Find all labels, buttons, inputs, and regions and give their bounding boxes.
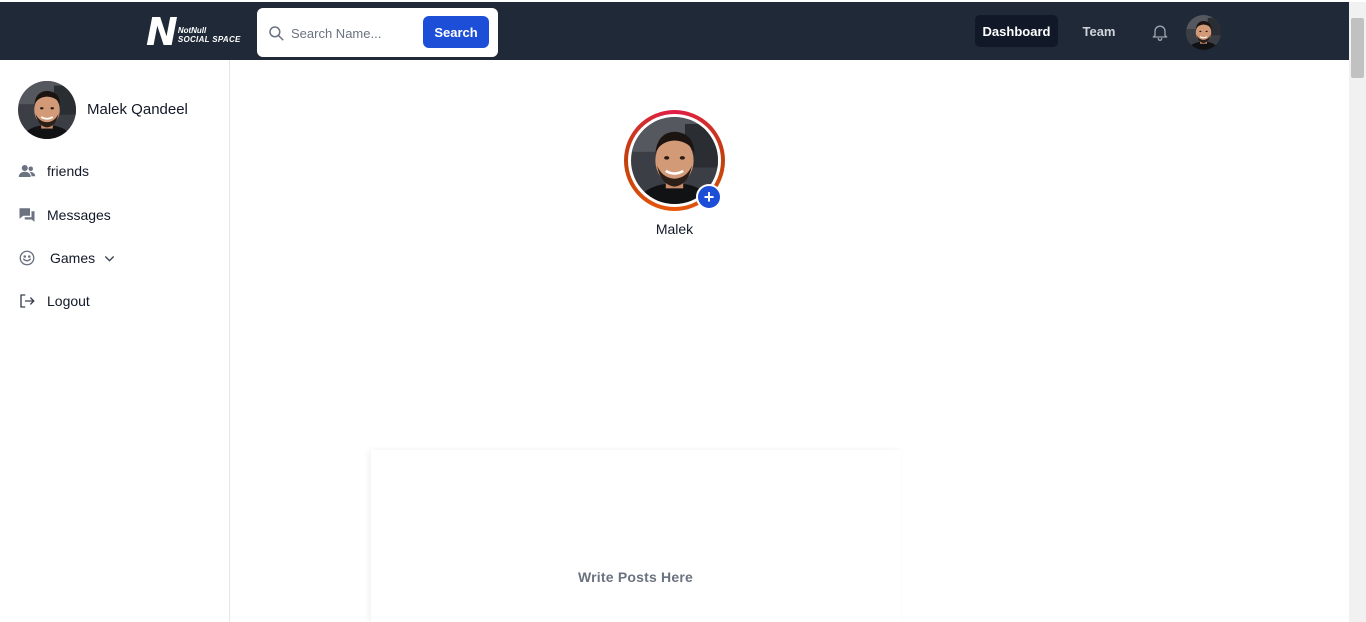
nav-team[interactable]: Team (1074, 15, 1124, 47)
profile-name[interactable]: Malek Qandeel (87, 101, 188, 118)
post-placeholder[interactable]: Write Posts Here (578, 569, 693, 585)
brand-line-1: NotNull (177, 25, 207, 35)
sidebar-item-label: friends (47, 163, 90, 179)
story-name: Malek (655, 221, 694, 237)
sidebar-item-logout[interactable]: Logout (18, 289, 90, 313)
sidebar: Malek Qandeel friends Messages Games Log… (0, 60, 230, 622)
search-input[interactable] (291, 20, 421, 46)
users-icon (18, 165, 36, 177)
nav-dashboard[interactable]: Dashboard (975, 15, 1058, 47)
search-button[interactable]: Search (423, 16, 489, 48)
sidebar-item-friends[interactable]: friends (18, 159, 89, 183)
brand-line-2: SOCIAL SPACE (177, 34, 241, 44)
search-icon (269, 26, 284, 41)
sidebar-item-label: Messages (47, 207, 111, 223)
post-composer[interactable] (371, 450, 901, 622)
avatar[interactable] (18, 81, 76, 139)
user-avatar-menu[interactable] (1186, 15, 1221, 50)
chevron-down-icon[interactable] (103, 252, 116, 265)
top-navbar: N NotNull SOCIAL SPACE Search Dashboard … (0, 2, 1349, 60)
sidebar-item-label: Logout (47, 293, 90, 309)
smile-icon (19, 250, 35, 266)
sidebar-item-messages[interactable]: Messages (18, 203, 111, 227)
logout-icon (20, 294, 35, 308)
sidebar-item-label: Games (50, 250, 96, 266)
add-story-button[interactable]: + (696, 184, 722, 210)
scrollbar[interactable] (1349, 2, 1366, 622)
chat-icon (19, 208, 35, 222)
sidebar-item-games[interactable]: Games (18, 246, 116, 270)
brand-logo[interactable]: N NotNull SOCIAL SPACE (146, 10, 241, 54)
search-box: Search (257, 8, 498, 57)
story-ring[interactable]: + (624, 110, 725, 211)
scrollbar-thumb[interactable] (1351, 18, 1364, 78)
brand-mark: N (146, 10, 178, 54)
bell-icon[interactable] (1150, 22, 1170, 42)
